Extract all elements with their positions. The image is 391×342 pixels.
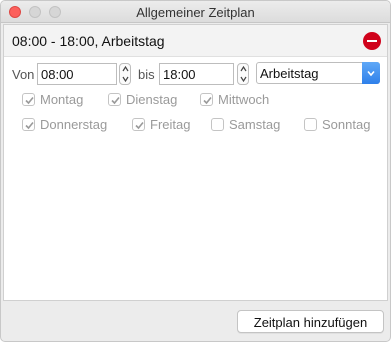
checkmark-icon xyxy=(135,121,144,130)
checkmark-icon xyxy=(25,121,34,130)
to-time-stepper[interactable] xyxy=(237,63,249,85)
schedule-panel: 08:00 - 18:00, Arbeitstag Von bis xyxy=(3,24,388,301)
time-range-row: Von bis Arbeitstag xyxy=(4,61,387,87)
schedule-header: 08:00 - 18:00, Arbeitstag xyxy=(4,25,387,57)
day-type-select[interactable]: Arbeitstag xyxy=(256,62,380,84)
day-label: Donnerstag xyxy=(40,117,108,132)
day-label: Sonntag xyxy=(322,117,371,132)
stepper-up-icon[interactable] xyxy=(240,65,247,74)
window-title: Allgemeiner Zeitplan xyxy=(136,5,255,20)
day-label: Dienstag xyxy=(126,92,178,107)
checkbox[interactable] xyxy=(200,93,213,106)
to-label: bis xyxy=(138,67,155,82)
checkbox[interactable] xyxy=(22,118,35,131)
checkmark-icon xyxy=(25,96,34,105)
checkbox[interactable] xyxy=(108,93,121,106)
schedule-window: Allgemeiner Zeitplan 08:00 - 18:00, Arbe… xyxy=(0,0,391,342)
stepper-up-icon[interactable] xyxy=(122,65,129,74)
checkbox[interactable] xyxy=(132,118,145,131)
checkbox[interactable] xyxy=(304,118,317,131)
day-label: Mittwoch xyxy=(218,92,270,107)
day-label: Freitag xyxy=(150,117,191,132)
checkmark-icon xyxy=(111,96,120,105)
day-label: Montag xyxy=(40,92,84,107)
checkbox[interactable] xyxy=(22,93,35,106)
from-time-input[interactable] xyxy=(37,63,117,85)
remove-schedule-button[interactable] xyxy=(363,32,381,50)
schedule-summary: 08:00 - 18:00, Arbeitstag xyxy=(12,33,165,49)
add-schedule-button[interactable]: Zeitplan hinzufügen xyxy=(237,310,384,333)
checkmark-icon xyxy=(203,96,212,105)
chevron-updown-icon[interactable] xyxy=(362,62,380,84)
stepper-down-icon[interactable] xyxy=(240,74,247,83)
from-time-stepper[interactable] xyxy=(119,63,131,85)
day-label: Samstag xyxy=(229,117,281,132)
to-time-input[interactable] xyxy=(159,63,234,85)
title-bar: Allgemeiner Zeitplan xyxy=(1,1,390,23)
day-type-value: Arbeitstag xyxy=(260,66,319,81)
stepper-down-icon[interactable] xyxy=(122,74,129,83)
checkbox[interactable] xyxy=(211,118,224,131)
from-label: Von xyxy=(12,67,35,82)
